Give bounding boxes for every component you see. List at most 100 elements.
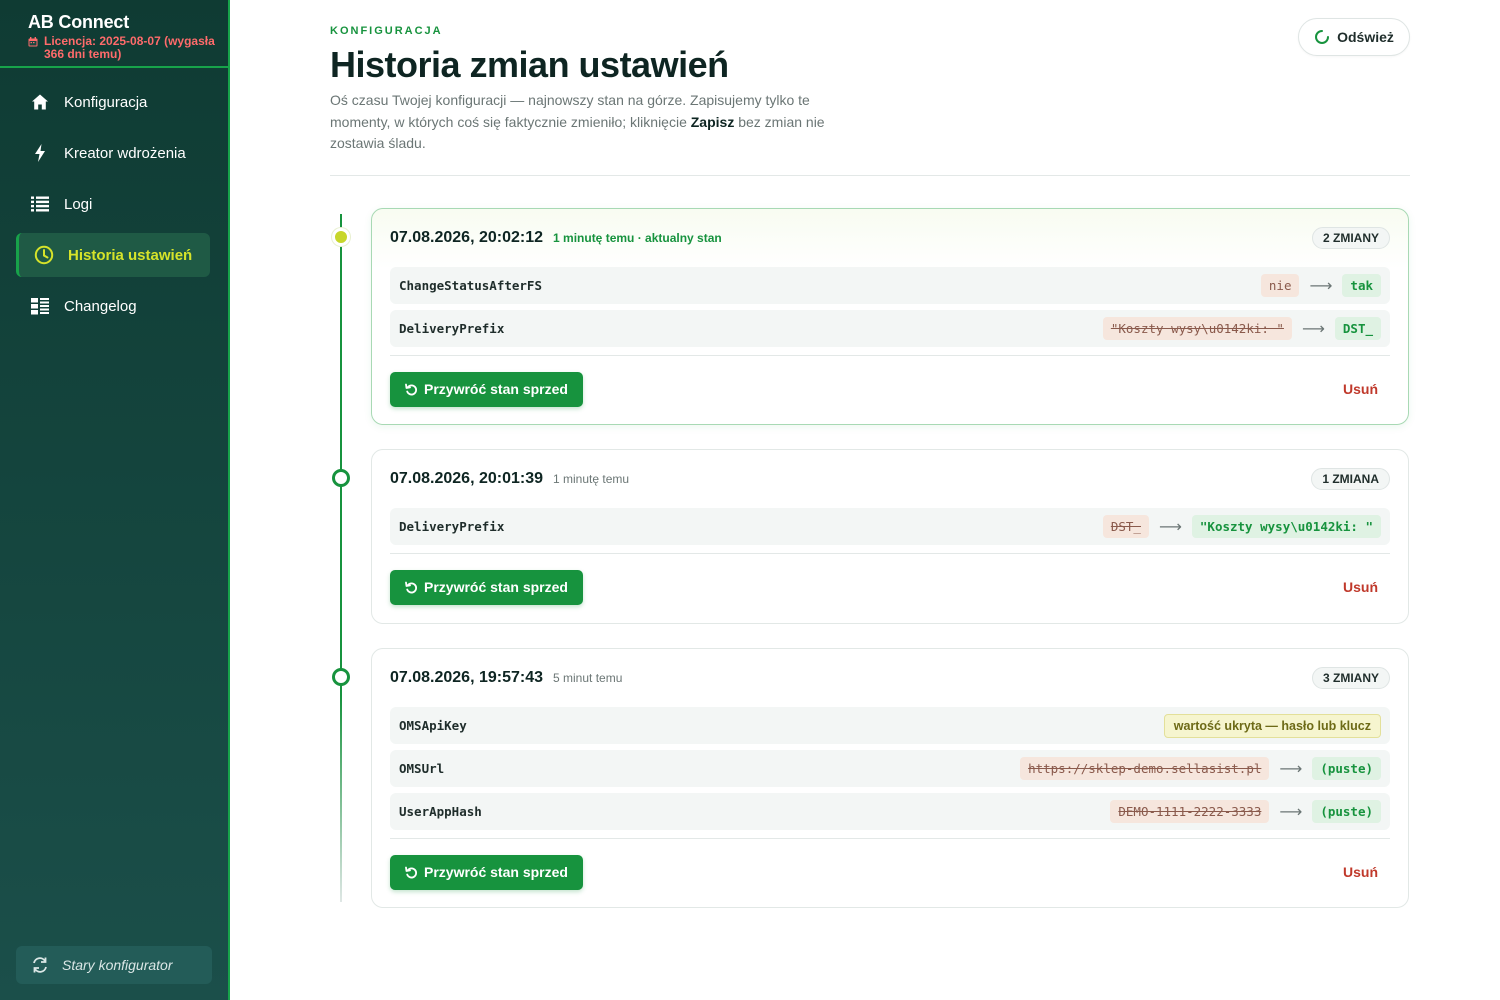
old-configurator-label: Stary konfigurator [62,957,173,973]
restore-label: Przywróć stan sprzed [424,579,568,595]
calendar-icon [28,37,38,47]
old-value: DST_ [1102,515,1149,538]
changes-count-badge: 2 ZMIANY [1311,227,1390,249]
entry-date: 07.08.2026, 20:02:12 [390,229,544,246]
sidebar-item-changelog[interactable]: Changelog [16,284,210,328]
arrow-right-icon: ⟶ [1301,319,1325,338]
field-name: OMSApiKey [399,718,467,733]
entry-header: 07.08.2026, 19:57:43 5 minut temu 3 ZMIA… [390,649,1390,707]
field-name: UserAppHash [399,804,482,819]
change-values: nie ⟶ tak [1260,274,1381,297]
restore-button[interactable]: Przywróć stan sprzed [390,854,583,890]
license-warning: Licencja: 2025-08-07 (wygasła 366 dni te… [28,35,228,61]
field-name: ChangeStatusAfterFS [399,278,542,293]
arrow-right-icon: ⟶ [1309,276,1333,295]
sidebar-item-kreator[interactable]: Kreator wdrożenia [16,131,210,175]
timeline-dot [332,469,350,487]
history-entry: 07.08.2026, 19:57:43 5 minut temu 3 ZMIA… [371,648,1409,908]
entry-relative-time: 1 minutę temu · aktualny stan [553,231,722,245]
delete-button[interactable]: Usuń [1343,864,1378,880]
delete-button[interactable]: Usuń [1343,381,1378,397]
entry-relative-time: 1 minutę temu [553,472,630,486]
change-values: DEMO-1111-2222-3333 ⟶ (puste) [1110,800,1381,823]
restore-label: Przywróć stan sprzed [424,381,568,397]
arrow-right-icon: ⟶ [1279,759,1303,778]
new-value: DST_ [1334,317,1381,340]
sidebar-item-label: Changelog [64,297,137,315]
change-values: https://sklep-demo.sellasist.pl ⟶ (puste… [1020,757,1381,780]
new-value: "Koszty wysy\u0142ki: " [1191,515,1381,538]
entry-actions: Przywróć stan sprzed Usuń [390,554,1390,620]
change-values: DST_ ⟶ "Koszty wysy\u0142ki: " [1102,515,1381,538]
hidden-value-notice: wartość ukryta — hasło lub klucz [1163,713,1381,738]
arrow-right-icon: ⟶ [1279,802,1303,821]
sidebar-item-logi[interactable]: Logi [16,182,210,226]
field-name: DeliveryPrefix [399,519,505,534]
brand: AB Connect Licencja: 2025-08-07 (wygasła… [0,0,228,68]
header-divider [330,175,1410,176]
timeline-dot [332,668,350,686]
changelog-icon [30,296,50,316]
history-entry-current: 07.08.2026, 20:02:12 1 minutę temu · akt… [371,208,1409,425]
app-title: AB Connect [28,12,129,32]
sidebar-item-label: Logi [64,195,93,213]
change-row: OMSUrl https://sklep-demo.sellasist.pl ⟶… [390,750,1390,787]
change-row: UserAppHash DEMO-1111-2222-3333 ⟶ (puste… [390,793,1390,830]
refresh-label: Odśwież [1337,29,1394,45]
entry-header: 07.08.2026, 20:01:39 1 minutę temu 1 ZMI… [390,450,1390,508]
license-text: Licencja: 2025-08-07 (wygasła 366 dni te… [44,34,215,61]
page-title: Historia zmian ustawień [330,44,729,85]
sidebar-item-historia[interactable]: Historia ustawień [16,233,210,277]
change-row: DeliveryPrefix "Koszty wysy\u0142ki: " ⟶… [390,310,1390,347]
home-icon [30,92,50,112]
undo-icon [405,866,418,879]
timeline-line [340,214,342,902]
arrow-right-icon: ⟶ [1158,517,1182,536]
old-value: DEMO-1111-2222-3333 [1110,800,1270,823]
change-row: DeliveryPrefix DST_ ⟶ "Koszty wysy\u0142… [390,508,1390,545]
old-value: https://sklep-demo.sellasist.pl [1020,757,1270,780]
page-intro: Oś czasu Twojej konfiguracji — najnowszy… [330,90,830,155]
old-configurator-link[interactable]: Stary konfigurator [16,946,212,984]
section-eyebrow: KONFIGURACJA [330,25,443,37]
entry-header: 07.08.2026, 20:02:12 1 minutę temu · akt… [390,209,1390,267]
entry-relative-time: 5 minut temu [553,671,623,685]
change-row: ChangeStatusAfterFS nie ⟶ tak [390,267,1390,304]
entry-date: 07.08.2026, 19:57:43 [390,669,544,686]
entry-actions: Przywróć stan sprzed Usuń [390,356,1390,422]
entry-actions: Przywróć stan sprzed Usuń [390,839,1390,905]
sidebar-item-label: Konfiguracja [64,93,148,111]
delete-button[interactable]: Usuń [1343,579,1378,595]
sidebar: AB Connect Licencja: 2025-08-07 (wygasła… [0,0,230,1000]
timeline-dot-current [332,228,350,246]
list-icon [30,194,50,214]
restore-button[interactable]: Przywróć stan sprzed [390,371,583,407]
sidebar-item-label: Kreator wdrożenia [64,144,186,162]
old-value: "Koszty wysy\u0142ki: " [1102,317,1292,340]
new-value: tak [1342,274,1381,297]
sidebar-item-konfiguracja[interactable]: Konfiguracja [16,80,210,124]
undo-icon [405,581,418,594]
clock-icon [34,245,54,265]
field-name: DeliveryPrefix [399,321,505,336]
undo-icon [405,383,418,396]
sidebar-item-label: Historia ustawień [68,246,193,264]
change-row: OMSApiKey wartość ukryta — hasło lub klu… [390,707,1390,744]
old-value: nie [1260,274,1300,297]
change-values: "Koszty wysy\u0142ki: " ⟶ DST_ [1102,317,1381,340]
restore-button[interactable]: Przywróć stan sprzed [390,569,583,605]
field-name: OMSUrl [399,761,445,776]
change-values: wartość ukryta — hasło lub klucz [1163,713,1381,738]
sidebar-nav: Konfiguracja Kreator wdrożenia Logi Hist… [0,68,228,328]
restore-label: Przywróć stan sprzed [424,864,568,880]
intro-bold: Zapisz [690,113,735,130]
bolt-icon [30,143,50,163]
changes-count-badge: 3 ZMIANY [1311,667,1390,689]
swap-icon [30,955,50,975]
entry-date: 07.08.2026, 20:01:39 [390,470,544,487]
refresh-icon [1314,29,1330,45]
changes-count-badge: 1 ZMIANA [1311,468,1390,490]
refresh-button[interactable]: Odśwież [1298,18,1410,56]
new-value: (puste) [1312,757,1381,780]
new-value: (puste) [1312,800,1381,823]
